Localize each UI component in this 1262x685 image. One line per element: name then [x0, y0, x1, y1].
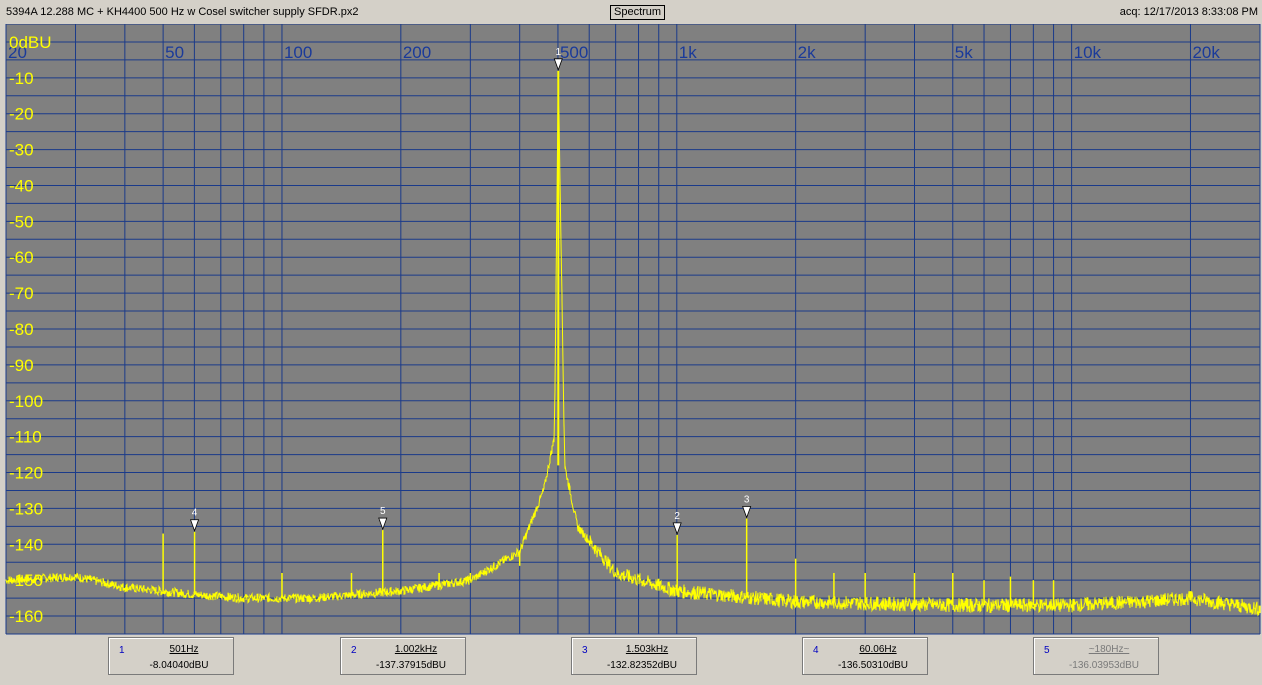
marker-flag-number: 2 — [674, 511, 680, 522]
marker-level: -136.50310dBU — [837, 660, 909, 671]
y-tick-label: -110 — [9, 428, 42, 447]
marker-flag-number: 5 — [380, 506, 386, 517]
marker-flag-number: 4 — [192, 508, 198, 519]
marker-readout-2[interactable]: 2 1.002kHz -137.37915dBU — [340, 637, 466, 675]
marker-readout-1[interactable]: 1 501Hz -8.04040dBU — [108, 637, 234, 675]
y-tick-label: -160 — [9, 607, 43, 626]
x-tick-label: 100 — [284, 43, 312, 62]
x-tick-label: 10k — [1074, 43, 1102, 62]
title-bar: 5394A 12.288 MC + KH4400 500 Hz w Cosel … — [0, 0, 1262, 24]
marker-frequency[interactable]: 1.002kHz — [381, 644, 451, 655]
marker-level: -136.03953dBU — [1068, 660, 1140, 671]
y-tick-label: -40 — [9, 176, 34, 195]
marker-frequency[interactable]: 60.06Hz — [843, 644, 913, 655]
y-tick-label: 0dBU — [9, 33, 52, 52]
x-tick-label: 1k — [679, 43, 697, 62]
x-tick-label: 500 — [560, 43, 588, 62]
marker-level: -132.82352dBU — [606, 660, 678, 671]
x-tick-label: 200 — [403, 43, 431, 62]
marker-readout-5[interactable]: 5 ~180Hz~ -136.03953dBU — [1033, 637, 1159, 675]
file-title: 5394A 12.288 MC + KH4400 500 Hz w Cosel … — [6, 6, 359, 18]
y-tick-label: -60 — [9, 248, 34, 267]
y-tick-label: -30 — [9, 141, 34, 160]
y-tick-label: -10 — [9, 69, 34, 88]
x-tick-label: 20k — [1192, 43, 1220, 62]
marker-number: 5 — [1044, 645, 1050, 656]
x-tick-label: 50 — [165, 43, 184, 62]
marker-number: 4 — [813, 645, 819, 656]
marker-number: 2 — [351, 645, 357, 656]
marker-frequency[interactable]: 501Hz — [149, 644, 219, 655]
y-tick-label: -100 — [9, 392, 43, 411]
tab-spectrum[interactable]: Spectrum — [610, 5, 666, 20]
spectrum-plot[interactable]: 20 50 100 200 500 1k 2k 5k 10k 20k 0dBU-10-20-30-… — [0, 24, 1262, 636]
marker-flag-number: 1 — [556, 47, 562, 58]
x-tick-label: 2k — [798, 43, 816, 62]
y-tick-label: -80 — [9, 320, 34, 339]
marker-number: 3 — [582, 645, 588, 656]
y-tick-label: -130 — [9, 499, 43, 518]
marker-level: -137.37915dBU — [375, 660, 447, 671]
marker-readout-3[interactable]: 3 1.503kHz -132.82352dBU — [571, 637, 697, 675]
y-tick-label: -90 — [9, 356, 34, 375]
y-tick-label: -50 — [9, 212, 34, 231]
marker-readout-4[interactable]: 4 60.06Hz -136.50310dBU — [802, 637, 928, 675]
y-tick-label: -70 — [9, 284, 34, 303]
marker-frequency[interactable]: ~180Hz~ — [1074, 644, 1144, 655]
marker-level: -8.04040dBU — [149, 660, 209, 671]
y-tick-label: -140 — [9, 535, 43, 554]
y-tick-label: -120 — [9, 464, 43, 483]
marker-frequency[interactable]: 1.503kHz — [612, 644, 682, 655]
marker-flag-number: 3 — [744, 495, 750, 506]
marker-number: 1 — [119, 645, 125, 656]
bottom-strip — [0, 676, 1262, 685]
y-tick-label: -20 — [9, 105, 34, 124]
acquisition-timestamp: acq: 12/17/2013 8:33:08 PM — [1119, 6, 1258, 18]
x-tick-label: 5k — [955, 43, 973, 62]
y-tick-label: -150 — [9, 571, 43, 590]
